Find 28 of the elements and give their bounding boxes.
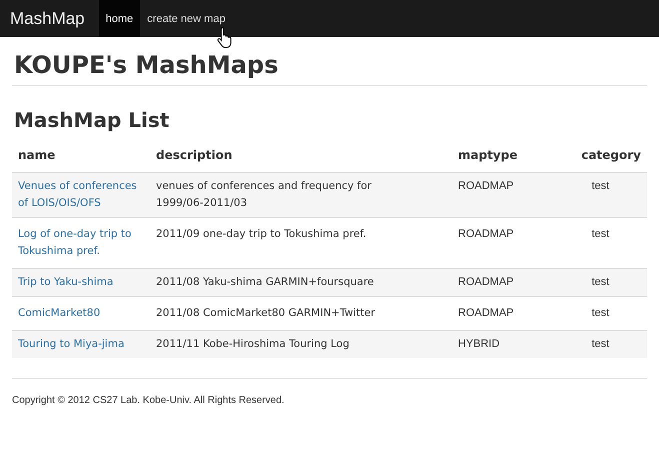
hand-cursor-icon <box>216 26 234 48</box>
table-cell: HYBRID <box>458 338 500 350</box>
column-header: category <box>554 140 647 172</box>
section-title: MashMap List <box>14 108 170 132</box>
table-cell: ROADMAP <box>458 276 514 288</box>
table-cell-text: 2011/08 Yaku-shima GARMIN+foursquare <box>156 275 375 290</box>
table-cell: ROADMAP <box>458 307 514 319</box>
nav-link[interactable]: create new map <box>140 0 232 37</box>
map-link[interactable]: ComicMarket80 <box>18 305 144 322</box>
table-cell-text: 2011/08 ComicMarket80 GARMIN+Twitter <box>156 306 376 321</box>
table-cell: test <box>592 338 610 350</box>
column-header: maptype <box>452 140 554 172</box>
nav-link[interactable]: home <box>98 0 140 37</box>
table-cell: test <box>592 307 610 319</box>
table-cell: ROADMAP <box>458 180 514 192</box>
copyright-text: Copyright © 2012 CS27 Lab. Kobe-Univ. All Rights Reserved. <box>12 395 286 406</box>
column-header: name <box>12 140 150 172</box>
page-title: KOUPE's MashMaps <box>13 51 280 81</box>
table-cell-text: 2011/09 one-day trip to Tokushima pref. <box>156 227 368 242</box>
table-cell-text: venues of conferences and frequency for 1999/06-2011/03 <box>156 179 372 211</box>
table-cell: test <box>592 228 610 240</box>
table-cell-text: 2011/11 Kobe-Hiroshima Touring Log <box>156 337 350 352</box>
map-link[interactable]: Log of one-day trip to Tokushima pref. <box>18 226 144 260</box>
table-cell: test <box>592 180 610 192</box>
table-cell: ROADMAP <box>458 228 514 240</box>
table-cell: test <box>592 276 610 288</box>
brand-link[interactable]: MashMap <box>10 8 85 28</box>
column-header: description <box>150 140 452 172</box>
